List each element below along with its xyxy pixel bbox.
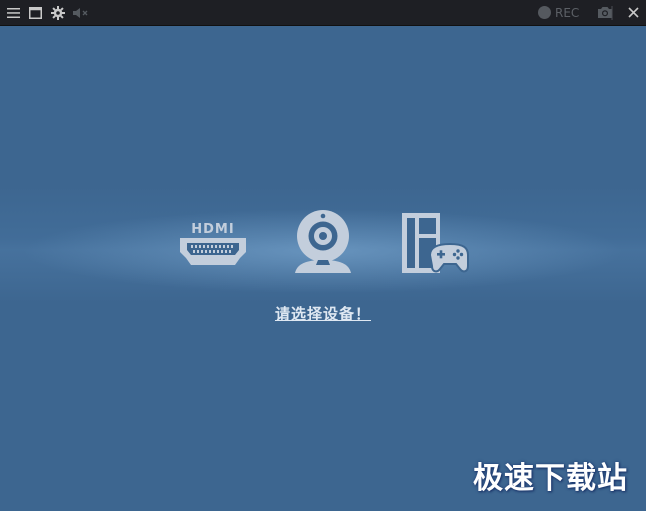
record-icon bbox=[538, 6, 551, 19]
hdmi-label: HDMI bbox=[191, 222, 234, 237]
menu-button[interactable] bbox=[2, 0, 24, 25]
menu-icon bbox=[6, 7, 20, 18]
record-button[interactable]: REC bbox=[538, 0, 579, 25]
watermark: 极速下载站 bbox=[473, 461, 628, 496]
separator bbox=[608, 0, 616, 25]
close-icon bbox=[627, 7, 639, 18]
device-webcam[interactable] bbox=[294, 209, 352, 275]
close-button[interactable] bbox=[622, 0, 644, 25]
settings-button[interactable] bbox=[47, 0, 69, 25]
webcam-icon bbox=[295, 210, 351, 273]
hdmi-icon: HDMI bbox=[180, 222, 246, 265]
game-console-icon bbox=[402, 213, 469, 273]
select-device-prompt[interactable]: 请选择设备！ bbox=[0, 303, 646, 324]
window-icon bbox=[28, 6, 42, 19]
app-window: REC HDMI 请选择设备！ 极速下载站 bbox=[0, 0, 646, 511]
device-options: HDMI bbox=[0, 208, 646, 278]
mute-button[interactable] bbox=[70, 0, 92, 25]
select-device-link[interactable]: 请选择设备！ bbox=[275, 305, 371, 323]
mute-icon bbox=[73, 7, 88, 18]
title-bar: REC bbox=[0, 0, 646, 26]
window-mode-button[interactable] bbox=[24, 0, 46, 25]
device-hdmi[interactable]: HDMI bbox=[179, 221, 247, 267]
device-console[interactable] bbox=[400, 211, 470, 275]
record-label: REC bbox=[555, 5, 580, 20]
gear-icon bbox=[51, 5, 65, 20]
